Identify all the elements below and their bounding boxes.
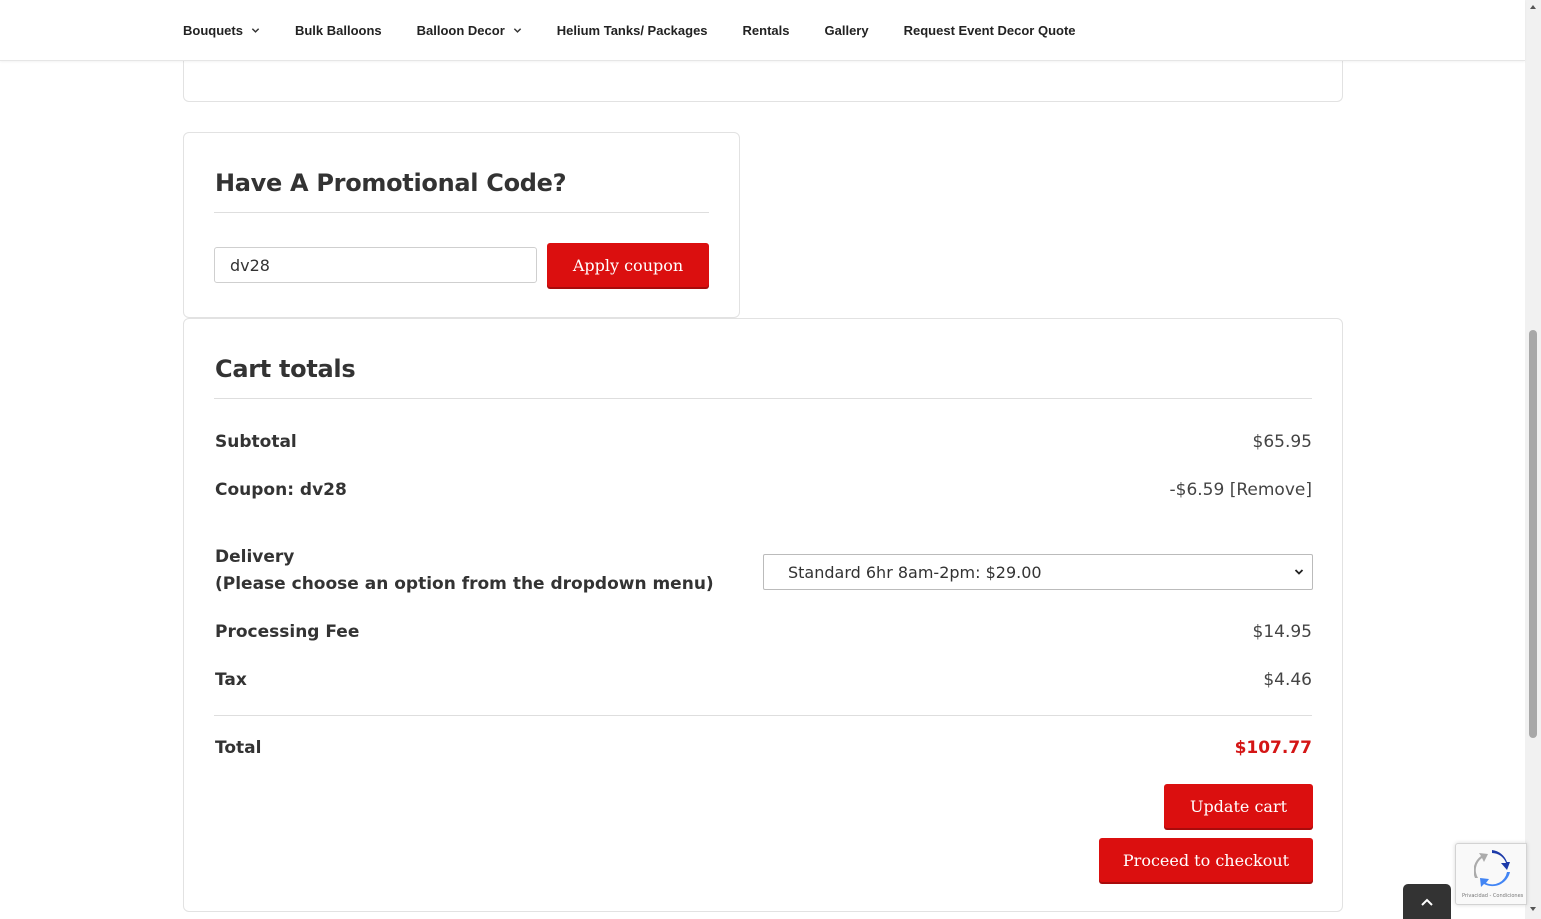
total-value: $107.77	[1234, 738, 1312, 758]
delivery-label: Delivery	[215, 547, 295, 567]
divider	[214, 715, 1312, 716]
nav-item-label: Bulk Balloons	[294, 23, 382, 38]
coupon-input[interactable]	[214, 247, 537, 283]
chevron-down-icon	[1294, 569, 1304, 575]
subtotal-value: $65.95	[1252, 432, 1312, 452]
processing-fee-label: Processing Fee	[215, 622, 360, 642]
recaptcha-badge[interactable]: Privacidad - Condiciones	[1455, 843, 1527, 905]
nav-item-rentals[interactable]: Rentals	[743, 23, 790, 38]
scroll-down-arrow-icon[interactable]	[1529, 905, 1537, 913]
apply-coupon-button[interactable]: Apply coupon	[547, 243, 709, 287]
chevron-down-icon	[251, 28, 260, 33]
chevron-up-icon	[1421, 898, 1433, 906]
update-cart-button[interactable]: Update cart	[1164, 784, 1313, 828]
nav-item-gallery[interactable]: Gallery	[825, 23, 869, 38]
coupon-label: Coupon: dv28	[215, 480, 347, 500]
recaptcha-text: Privacidad - Condiciones	[1462, 893, 1524, 899]
coupon-discount-value: -$6.59	[1169, 480, 1225, 500]
scroll-up-arrow-icon[interactable]	[1529, 3, 1537, 11]
nav-item-helium-tanks[interactable]: Helium Tanks/ Packages	[557, 23, 708, 38]
promo-code-box: Have A Promotional Code? Apply coupon	[183, 132, 740, 318]
remove-coupon-link[interactable]: [Remove]	[1230, 480, 1312, 500]
coupon-discount: -$6.59 [Remove]	[1170, 480, 1312, 500]
subtotal-label: Subtotal	[215, 432, 297, 452]
nav-item-balloon-decor[interactable]: Balloon Decor	[417, 23, 522, 38]
nav-item-label: Helium Tanks/ Packages	[556, 23, 708, 38]
delivery-hint: (Please choose an option from the dropdo…	[215, 574, 714, 594]
nav-item-bouquets[interactable]: Bouquets	[183, 23, 260, 38]
nav-item-label: Gallery	[824, 23, 869, 38]
total-label: Total	[215, 738, 262, 758]
delivery-label-block: Delivery (Please choose an option from t…	[215, 544, 714, 598]
chevron-down-icon	[513, 28, 521, 33]
delivery-selected-value: Standard 6hr 8am-2pm: $29.00	[788, 562, 1042, 582]
cart-totals-title: Cart totals	[215, 355, 356, 383]
tax-label: Tax	[215, 670, 247, 690]
divider	[214, 212, 709, 213]
scrollbar-thumb[interactable]	[1529, 330, 1537, 738]
proceed-to-checkout-button[interactable]: Proceed to checkout	[1099, 838, 1313, 882]
back-to-top-button[interactable]	[1403, 884, 1451, 919]
tax-value: $4.46	[1263, 670, 1312, 690]
nav-item-label: Bouquets	[183, 23, 243, 38]
nav-item-label: Request Event Decor Quote	[903, 23, 1076, 38]
recaptcha-logo-icon	[1474, 850, 1510, 887]
top-navigation: Bouquets Bulk Balloons Balloon Decor Hel…	[0, 0, 1525, 61]
cart-totals-box: Cart totals Subtotal $65.95 Coupon: dv28…	[183, 318, 1343, 912]
nav-list: Bouquets Bulk Balloons Balloon Decor Hel…	[183, 0, 1111, 61]
nav-item-label: Balloon Decor	[416, 23, 505, 38]
nav-item-bulk-balloons[interactable]: Bulk Balloons	[295, 23, 382, 38]
divider	[214, 398, 1312, 399]
processing-fee-value: $14.95	[1252, 622, 1312, 642]
promo-title: Have A Promotional Code?	[215, 169, 567, 197]
nav-item-request-quote[interactable]: Request Event Decor Quote	[904, 23, 1076, 38]
delivery-select[interactable]: Standard 6hr 8am-2pm: $29.00	[763, 554, 1313, 590]
nav-item-label: Rentals	[742, 23, 790, 38]
